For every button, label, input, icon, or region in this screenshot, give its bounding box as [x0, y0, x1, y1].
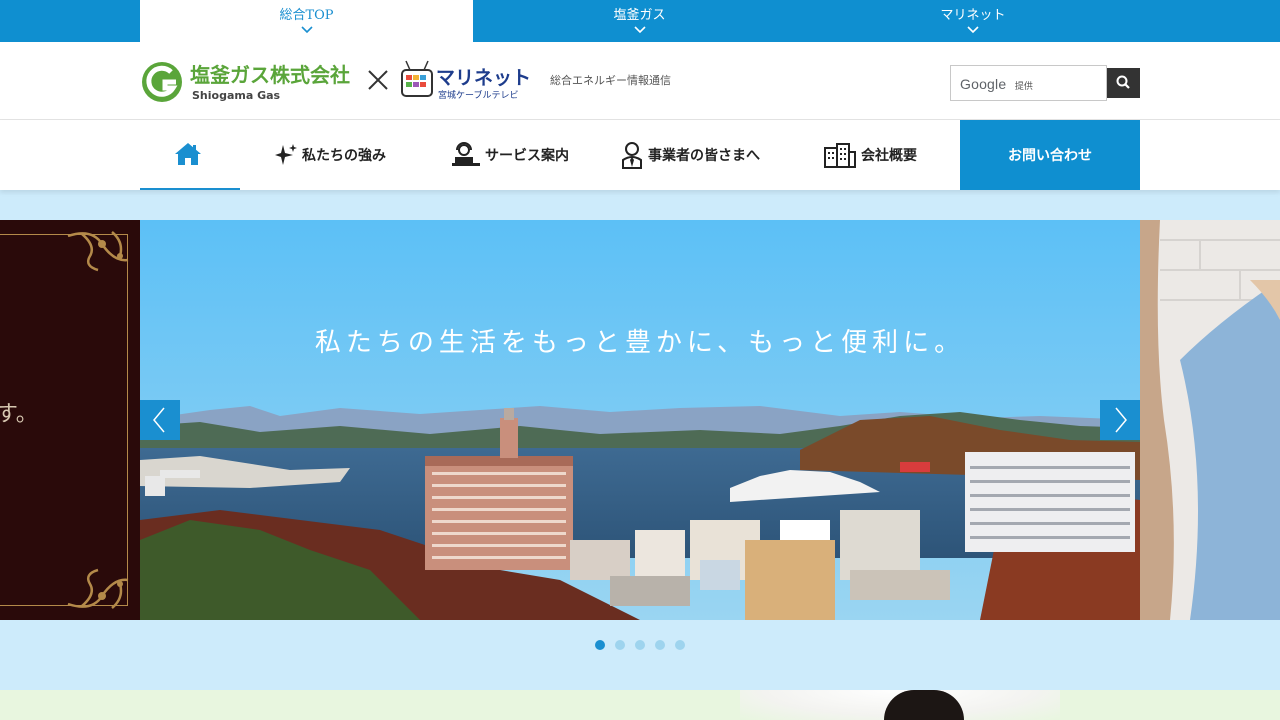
- marinet-logo-text: マリネット: [436, 67, 531, 89]
- slider-dot[interactable]: [615, 640, 625, 650]
- site-search: Google 提供: [950, 65, 1140, 101]
- slider-dot[interactable]: [595, 640, 605, 650]
- slide-peek-text: す。: [0, 402, 38, 427]
- tab-marinet[interactable]: マリネット: [806, 0, 1140, 42]
- slider-prev-button[interactable]: [140, 400, 180, 440]
- nav-for-businesses[interactable]: 事業者の皆さまへ: [600, 120, 780, 190]
- building-icon: [824, 143, 856, 168]
- site-header: 塩釜ガス株式会社 Shiogama Gas マリネット 宮城ケーブルテレビ 総合…: [0, 42, 1280, 120]
- google-brand-text: Google: [960, 76, 1007, 92]
- ornament-icon: [67, 568, 129, 609]
- contact-button[interactable]: お問い合わせ: [960, 120, 1140, 190]
- slider-dot[interactable]: [635, 640, 645, 650]
- shiogama-gas-logo[interactable]: 塩釜ガス株式会社 Shiogama Gas: [140, 60, 360, 104]
- header-tagline: 総合エネルギー情報通信: [550, 74, 671, 87]
- slide-caption: 私たちの生活をもっと豊かに、もっと便利に。: [314, 328, 966, 358]
- tab-label: 塩釜ガス: [613, 8, 666, 23]
- logo-text-en: Shiogama Gas: [192, 89, 281, 102]
- nav-services[interactable]: サービス案内: [420, 120, 600, 190]
- chevron-down-icon: [633, 26, 646, 34]
- search-icon: [1116, 75, 1130, 89]
- nav-label: 事業者の皆さまへ: [648, 148, 760, 164]
- search-button[interactable]: [1107, 68, 1140, 98]
- search-provided-text: 提供: [1014, 82, 1033, 92]
- top-tab-bar: 総合TOP 塩釜ガス マリネット: [0, 0, 1280, 42]
- operator-icon: [452, 142, 480, 166]
- nav-company-profile[interactable]: 会社概要: [780, 120, 960, 190]
- tab-label: 総合TOP: [279, 8, 334, 23]
- slide-peek-next: [1140, 220, 1280, 620]
- slide-peek-previous: す。: [0, 220, 140, 620]
- home-icon: [175, 143, 201, 165]
- logo-text-jp: 塩釜ガス株式会社: [190, 63, 350, 87]
- tab-sogo-top[interactable]: 総合TOP: [140, 0, 473, 42]
- next-section-band: [0, 690, 1280, 720]
- search-input[interactable]: Google 提供: [950, 65, 1107, 101]
- chevron-down-icon: [300, 26, 313, 34]
- nav-home[interactable]: [140, 120, 240, 190]
- slider-dot[interactable]: [655, 640, 665, 650]
- marinet-logo[interactable]: マリネット 宮城ケーブルテレビ: [400, 58, 532, 102]
- harbor-photo: [140, 220, 1140, 620]
- chevron-left-icon: [153, 407, 165, 433]
- nav-label: 会社概要: [861, 148, 917, 164]
- slider-dot[interactable]: [675, 640, 685, 650]
- slider-pagination: [590, 640, 690, 652]
- marinet-logo-subtext: 宮城ケーブルテレビ: [438, 89, 518, 101]
- businessperson-icon: [622, 142, 642, 169]
- chevron-down-icon: [967, 26, 979, 34]
- slide-current[interactable]: 私たちの生活をもっと豊かに、もっと便利に。: [140, 220, 1140, 620]
- chevron-right-icon: [1115, 407, 1127, 433]
- main-nav: 私たちの強み サービス案内 事業者の皆さまへ 会社概要 お問い合わせ: [0, 120, 1280, 190]
- sparkle-icon: [275, 144, 297, 165]
- collaboration-x-icon: [368, 70, 388, 90]
- slider-next-button[interactable]: [1100, 400, 1140, 440]
- nav-our-strengths[interactable]: 私たちの強み: [240, 120, 420, 190]
- tab-label: マリネット: [940, 8, 1006, 23]
- nav-label: サービス案内: [485, 148, 569, 164]
- ornament-icon: [67, 231, 129, 272]
- hero-slider: す。 私たちの生活をもっと豊かに、もっと便利に。: [0, 190, 1280, 690]
- tab-shiogama-gas[interactable]: 塩釜ガス: [473, 0, 806, 42]
- kitchen-photo: [1140, 220, 1280, 620]
- nav-label: 私たちの強み: [302, 148, 386, 164]
